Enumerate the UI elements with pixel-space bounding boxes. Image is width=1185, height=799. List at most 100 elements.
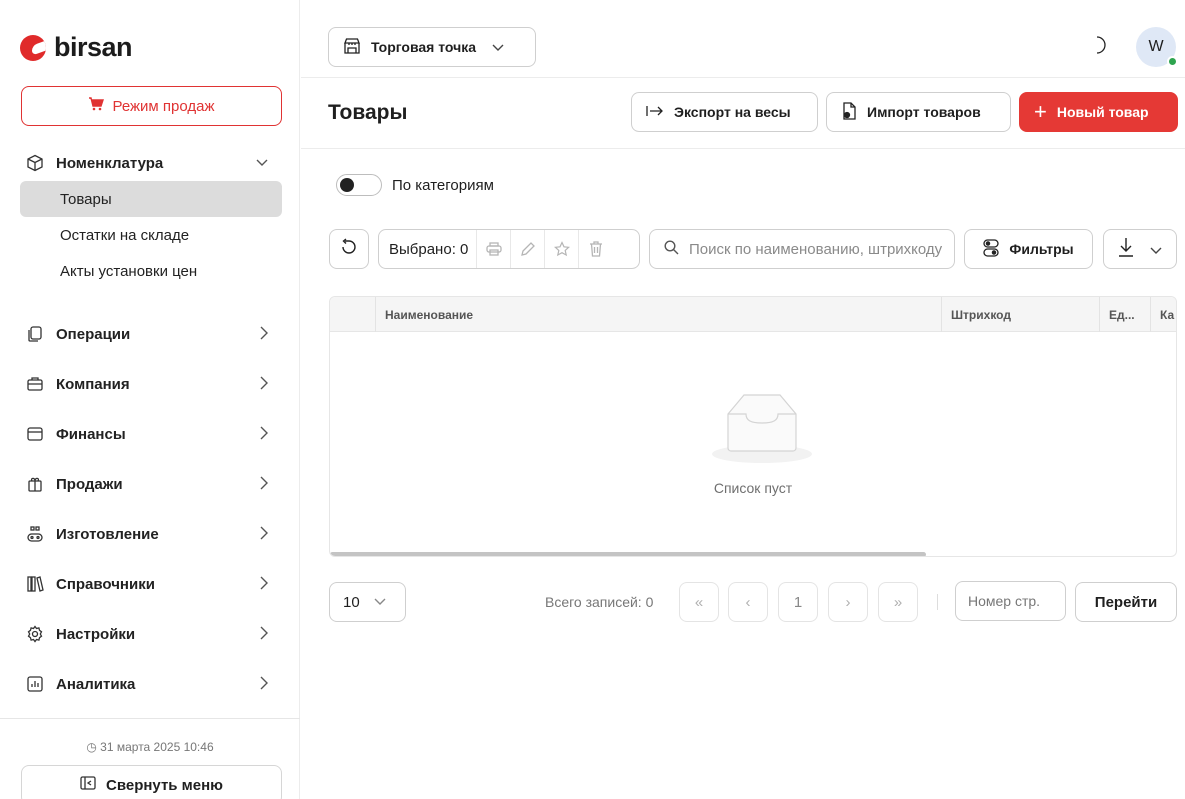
chevron-right-icon: [260, 326, 268, 343]
plus-icon: +: [1034, 99, 1047, 124]
download-icon: [1118, 237, 1134, 262]
import-products-button[interactable]: Импорт товаров: [826, 92, 1011, 132]
filters-toggle-icon: [983, 238, 1000, 260]
export-label: Экспорт на весы: [674, 104, 791, 120]
sidebar-group-analytics[interactable]: Аналитика: [20, 659, 282, 709]
print-icon[interactable]: [476, 230, 510, 268]
total-records: Всего записей: 0: [545, 594, 654, 610]
page-size-select[interactable]: 10: [329, 582, 406, 622]
empty-inbox-icon: [710, 392, 814, 472]
selected-count: Выбрано: 0: [389, 240, 469, 258]
wallet-icon: [26, 425, 44, 443]
chart-icon: [26, 675, 44, 693]
sidebar-group-label: Изготовление: [56, 525, 159, 543]
avatar[interactable]: W: [1136, 27, 1178, 67]
column-header-select[interactable]: [330, 297, 375, 332]
prev-page-button[interactable]: ‹: [728, 582, 768, 622]
column-header-barcode[interactable]: Штрихкод: [941, 297, 1099, 332]
new-product-button[interactable]: + Новый товар: [1019, 92, 1178, 132]
sidebar-group-label: Финансы: [56, 425, 126, 443]
chevron-right-icon: [260, 676, 268, 693]
copy-icon: [26, 325, 44, 343]
logo[interactable]: birsan: [20, 32, 133, 63]
page-title: Товары: [328, 101, 408, 124]
column-header-unit[interactable]: Ед...: [1099, 297, 1150, 332]
logo-icon: [20, 34, 46, 61]
filters-label: Фильтры: [1009, 241, 1074, 257]
sidebar-item-stock[interactable]: Остатки на складе: [20, 217, 282, 253]
page-number-button[interactable]: 1: [778, 582, 818, 622]
double-chevron-right-icon: »: [893, 593, 903, 611]
horizontal-scrollbar[interactable]: [330, 552, 926, 556]
search-input[interactable]: [689, 240, 949, 258]
toggle-switch[interactable]: [336, 174, 382, 196]
sidebar-divider: [0, 718, 300, 719]
briefcase-icon: [26, 375, 44, 393]
favorite-star-icon[interactable]: [544, 230, 578, 268]
page-number-input[interactable]: [955, 581, 1066, 621]
edit-pencil-icon[interactable]: [510, 230, 544, 268]
import-file-icon: [841, 101, 857, 123]
chevron-right-icon: [260, 376, 268, 393]
sidebar-group-sales[interactable]: Продажи: [20, 459, 282, 509]
datetime: ◷ 31 марта 2025 10:46: [0, 740, 300, 754]
current-page: 1: [793, 593, 803, 611]
pagination-divider: [937, 594, 938, 610]
by-category-toggle[interactable]: По категориям: [336, 174, 494, 196]
collapse-menu-button[interactable]: Свернуть меню: [21, 765, 282, 799]
products-table: Наименование Штрихкод Ед... Ка Список пу…: [329, 296, 1177, 557]
sidebar-group-operations[interactable]: Операции: [20, 309, 282, 359]
sidebar-group-company[interactable]: Компания: [20, 359, 282, 409]
sidebar-group-label: Справочники: [56, 575, 155, 593]
chevron-left-icon: ‹: [745, 593, 751, 611]
online-status-dot: [1167, 56, 1178, 67]
sidebar-group-directories[interactable]: Справочники: [20, 559, 282, 609]
sidebar-group-label: Настройки: [56, 625, 136, 643]
sidebar-item-price-acts[interactable]: Акты установки цен: [20, 253, 282, 289]
chevron-right-icon: [260, 426, 268, 443]
chevron-down-icon: [256, 154, 268, 170]
sidebar-group-label: Компания: [56, 375, 130, 393]
sidebar-group-label: Номенклатура: [56, 154, 164, 172]
sidebar-group-label: Продажи: [56, 475, 123, 493]
collapse-icon: [80, 776, 96, 794]
import-label: Импорт товаров: [867, 104, 981, 120]
sidebar: birsan Режим продаж Номенклатура Товары …: [0, 0, 300, 799]
last-page-button[interactable]: »: [878, 582, 918, 622]
sidebar-group-manufacturing[interactable]: Изготовление: [20, 509, 282, 559]
theme-toggle-moon-icon[interactable]: [1091, 35, 1109, 61]
store-select[interactable]: Торговая точка: [328, 27, 536, 67]
sidebar-group-settings[interactable]: Настройки: [20, 609, 282, 659]
next-page-button[interactable]: ›: [828, 582, 868, 622]
collapse-menu-label: Свернуть меню: [106, 776, 223, 794]
chevron-right-icon: [260, 576, 268, 593]
clock-icon: ◷: [86, 740, 101, 754]
go-to-page-button[interactable]: Перейти: [1075, 582, 1177, 622]
export-icon: [646, 104, 664, 120]
download-dropdown[interactable]: [1103, 229, 1177, 269]
column-header-category[interactable]: Ка: [1150, 297, 1176, 332]
sidebar-item-products[interactable]: Товары: [20, 181, 282, 217]
gift-icon: [26, 475, 44, 493]
trash-icon[interactable]: [578, 230, 612, 268]
search-icon: [664, 239, 679, 259]
sidebar-group-nomenclature[interactable]: Номенклатура: [20, 145, 282, 181]
sales-mode-label: Режим продаж: [112, 97, 215, 115]
export-to-scales-button[interactable]: Экспорт на весы: [631, 92, 818, 132]
box-icon: [26, 154, 44, 172]
sidebar-group-finance[interactable]: Финансы: [20, 409, 282, 459]
sidebar-group-label: Аналитика: [56, 675, 136, 693]
chevron-down-icon: [1150, 239, 1162, 260]
first-page-button[interactable]: «: [679, 582, 719, 622]
selection-toolbar: Выбрано: 0: [378, 229, 640, 269]
page-size-value: 10: [343, 593, 360, 611]
new-product-label: Новый товар: [1056, 104, 1149, 120]
sales-mode-button[interactable]: Режим продаж: [21, 86, 282, 126]
filters-button[interactable]: Фильтры: [964, 229, 1093, 269]
refresh-button[interactable]: [329, 229, 369, 269]
refresh-icon: [340, 237, 358, 261]
sidebar-nav: Номенклатура Товары Остатки на складе Ак…: [20, 145, 282, 709]
sidebar-group-label: Операции: [56, 325, 131, 343]
column-header-name[interactable]: Наименование: [375, 297, 941, 332]
chevron-down-icon: [374, 595, 386, 609]
